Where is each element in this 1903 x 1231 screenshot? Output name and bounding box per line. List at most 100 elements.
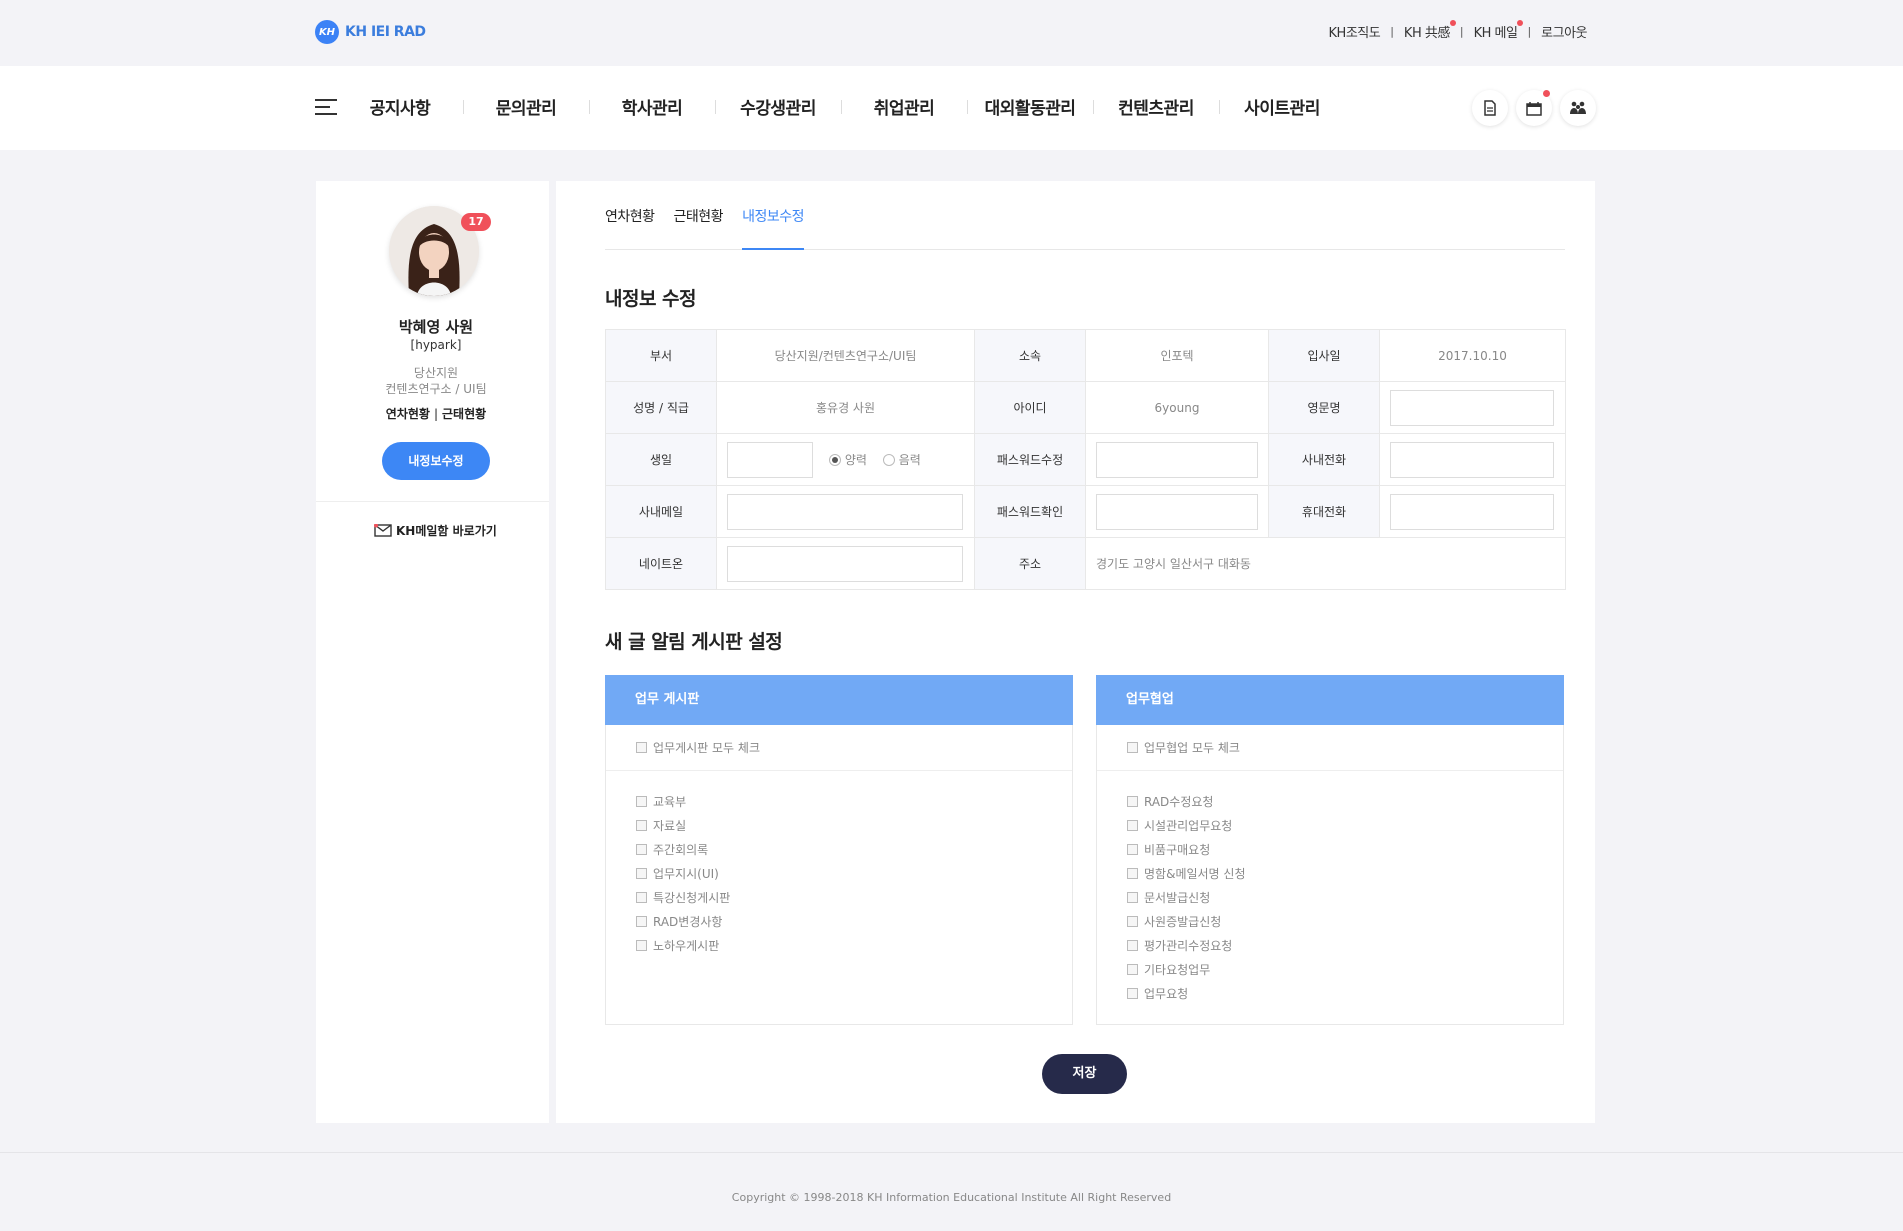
link-annual-leave[interactable]: 연차현황 (386, 407, 430, 421)
list-item[interactable]: 사원증발급신청 (1127, 909, 1563, 933)
checkbox[interactable] (1127, 987, 1138, 999)
menu-contents[interactable]: 컨텐츠관리 (1093, 94, 1219, 119)
logo-badge: KH (315, 20, 339, 44)
checkbox[interactable] (636, 867, 647, 879)
office-mail-input[interactable] (727, 493, 963, 530)
radio-lunar-control[interactable] (882, 453, 895, 466)
radio-solar-control[interactable] (828, 453, 841, 466)
link-org-chart[interactable]: KH조직도 (1319, 22, 1391, 41)
board-coop-header: 업무협업 (1096, 675, 1564, 725)
board-coop-list: RAD수정요청 시설관리업무요청 비품구매요청 명함&메일서명 신청 문서발급신… (1097, 771, 1563, 1005)
label-office-mail: 사내메일 (605, 485, 717, 538)
document-icon[interactable] (1472, 90, 1508, 126)
radio-lunar-label: 음력 (898, 453, 921, 467)
radio-solar-label: 양력 (844, 453, 867, 467)
tab-annual-leave[interactable]: 연차현황 (605, 206, 655, 250)
list-item-label: RAD수정요청 (1144, 794, 1214, 809)
menu-inquiry[interactable]: 문의관리 (463, 94, 589, 119)
checkbox[interactable] (1127, 742, 1138, 753)
checkbox[interactable] (1127, 891, 1138, 903)
nateon-input[interactable] (727, 545, 963, 582)
checkbox[interactable] (636, 742, 647, 753)
menu-employment[interactable]: 취업관리 (841, 94, 967, 119)
edit-profile-button[interactable]: 내정보수정 (382, 442, 490, 480)
checkbox[interactable] (636, 819, 647, 831)
checkbox[interactable] (1127, 963, 1138, 975)
table-row: 사내메일 패스워드확인 휴대전화 (605, 485, 1566, 538)
checkbox[interactable] (1127, 867, 1138, 879)
mobile-phone-input[interactable] (1390, 493, 1554, 530)
list-item[interactable]: 기타요청업무 (1127, 957, 1563, 981)
notification-dot (1517, 20, 1524, 26)
list-item[interactable]: 평가관리수정요청 (1127, 933, 1563, 957)
birthday-input[interactable] (727, 441, 813, 478)
tab-edit-profile[interactable]: 내정보수정 (742, 206, 804, 250)
save-button[interactable]: 저장 (1042, 1054, 1127, 1094)
menu-external-activities[interactable]: 대외활동관리 (967, 94, 1093, 119)
list-item[interactable]: RAD수정요청 (1127, 789, 1563, 813)
menu-students[interactable]: 수강생관리 (715, 94, 841, 119)
checkbox[interactable] (636, 891, 647, 903)
tab-attendance[interactable]: 근태현황 (674, 206, 724, 250)
calendar-icon[interactable] (1516, 90, 1552, 126)
table-row: 부서 당산지원/컨텐츠연구소/UI팀 소속 인포텍 입사일 2017.10.10 (605, 329, 1566, 382)
checkbox[interactable] (1127, 795, 1138, 807)
password-confirm-input[interactable] (1096, 493, 1258, 530)
link-kh-empathy[interactable]: KH 共感 (1394, 20, 1460, 41)
list-item[interactable]: 자료실 (636, 813, 1072, 837)
list-item-label: 평가관리수정요청 (1144, 938, 1233, 953)
list-item[interactable]: 시설관리업무요청 (1127, 813, 1563, 837)
list-item[interactable]: 명함&메일서명 신청 (1127, 861, 1563, 885)
radio-lunar[interactable]: 음력 (882, 451, 921, 468)
list-item[interactable]: 노하우게시판 (636, 933, 1072, 957)
list-item[interactable]: 문서발급신청 (1127, 885, 1563, 909)
profile-links: 연차현황 | 근태현황 (316, 405, 556, 422)
board-coop-check-all[interactable]: 업무협업 모두 체크 (1097, 725, 1563, 771)
label-name-position: 성명 / 직급 (605, 381, 717, 434)
label-user-id: 아이디 (974, 381, 1086, 434)
mail-shortcut-link[interactable]: KH메일함 바로가기 (374, 522, 497, 539)
tab-bar: 연차현황 근태현황 내정보수정 (605, 206, 1565, 250)
people-icon[interactable] (1560, 90, 1596, 126)
list-item[interactable]: 특강신청게시판 (636, 885, 1072, 909)
notification-count-badge: 17 (461, 213, 491, 231)
divider (316, 501, 549, 502)
board-work-check-all[interactable]: 업무게시판 모두 체크 (606, 725, 1072, 771)
list-item[interactable]: RAD변경사항 (636, 909, 1072, 933)
checkbox[interactable] (636, 915, 647, 927)
hamburger-menu-icon[interactable] (315, 99, 337, 115)
checkbox[interactable] (636, 843, 647, 855)
list-item-label: 업무지시(UI) (653, 866, 719, 881)
mail-icon (374, 523, 392, 537)
radio-solar[interactable]: 양력 (828, 451, 867, 468)
board-work-header: 업무 게시판 (605, 675, 1073, 725)
value-name-position: 홍유경 사원 (716, 381, 975, 434)
list-item-label: 자료실 (653, 818, 687, 833)
checkbox[interactable] (1127, 915, 1138, 927)
list-item-label: 주간회의록 (653, 842, 709, 857)
list-item[interactable]: 업무지시(UI) (636, 861, 1072, 885)
checkbox[interactable] (1127, 819, 1138, 831)
checkbox[interactable] (636, 795, 647, 807)
link-kh-mail[interactable]: KH 메일 (1464, 20, 1528, 41)
checkbox[interactable] (1127, 939, 1138, 951)
table-row: 생일 양력 음력 패스워드수정 사내전화 (605, 433, 1566, 486)
list-item[interactable]: 주간회의록 (636, 837, 1072, 861)
list-item[interactable]: 비품구매요청 (1127, 837, 1563, 861)
password-input[interactable] (1096, 441, 1258, 478)
checkbox[interactable] (636, 939, 647, 951)
list-item[interactable]: 업무요청 (1127, 981, 1563, 1005)
menu-notice[interactable]: 공지사항 (337, 94, 463, 119)
profile-name: 박혜영 사원 (398, 318, 474, 336)
menu-site[interactable]: 사이트관리 (1219, 94, 1345, 119)
list-item[interactable]: 교육부 (636, 789, 1072, 813)
logo[interactable]: KH KH IEI RAD (315, 20, 426, 44)
menu-academic[interactable]: 학사관리 (589, 94, 715, 119)
link-kh-empathy-label: KH 共感 (1403, 26, 1450, 41)
english-name-input[interactable] (1390, 389, 1554, 426)
office-phone-input[interactable] (1390, 441, 1554, 478)
link-attendance[interactable]: 근태현황 (442, 407, 486, 421)
value-join-date: 2017.10.10 (1379, 329, 1566, 382)
link-logout[interactable]: 로그아웃 (1531, 22, 1597, 41)
checkbox[interactable] (1127, 843, 1138, 855)
